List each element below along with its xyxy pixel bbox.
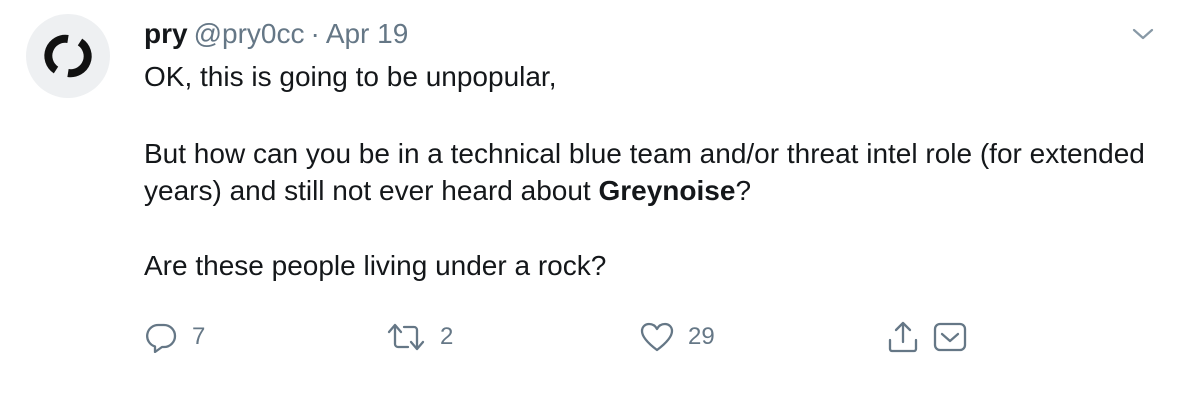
- share-button[interactable]: [886, 312, 920, 362]
- tweet-date[interactable]: Apr 19: [326, 18, 409, 49]
- heart-icon: [640, 322, 674, 352]
- tweet-line-1: OK, this is going to be unpopular,: [144, 61, 557, 92]
- tweet[interactable]: pry @pry0cc · Apr 19 OK, this is going to b…: [0, 0, 1190, 400]
- chevron-down-icon: [1132, 28, 1154, 40]
- like-button[interactable]: 29: [640, 312, 715, 362]
- tweet-paragraph-3: Are these people living under a rock?: [144, 250, 607, 281]
- direct-message-icon: [933, 322, 967, 352]
- avatar[interactable]: [26, 14, 110, 98]
- avatar-logo-icon: [44, 34, 92, 78]
- retweet-count: 2: [440, 323, 454, 350]
- separator-dot: ·: [310, 18, 320, 49]
- reply-icon: [146, 323, 177, 353]
- tweet-header: pry @pry0cc · Apr 19: [144, 16, 408, 52]
- tweet-menu-button[interactable]: [1128, 22, 1158, 46]
- question-mark: ?: [735, 175, 752, 206]
- tweet-text: OK, this is going to be unpopular, But h…: [144, 58, 1154, 284]
- bold-greynoise: Greynoise: [598, 175, 736, 206]
- retweet-button[interactable]: 2: [386, 312, 453, 362]
- share-icon: [888, 321, 918, 353]
- reply-button[interactable]: 7: [146, 312, 205, 362]
- like-count: 29: [688, 323, 715, 350]
- retweet-icon: [387, 323, 425, 351]
- user-handle[interactable]: @pry0cc: [194, 18, 305, 49]
- tweet-actions: 7 2 29: [0, 312, 1190, 362]
- reply-count: 7: [192, 323, 206, 350]
- tweet-paragraph-2: But how can you be in a technical blue t…: [144, 135, 1154, 209]
- display-name[interactable]: pry: [144, 18, 188, 49]
- direct-message-button[interactable]: [932, 312, 968, 362]
